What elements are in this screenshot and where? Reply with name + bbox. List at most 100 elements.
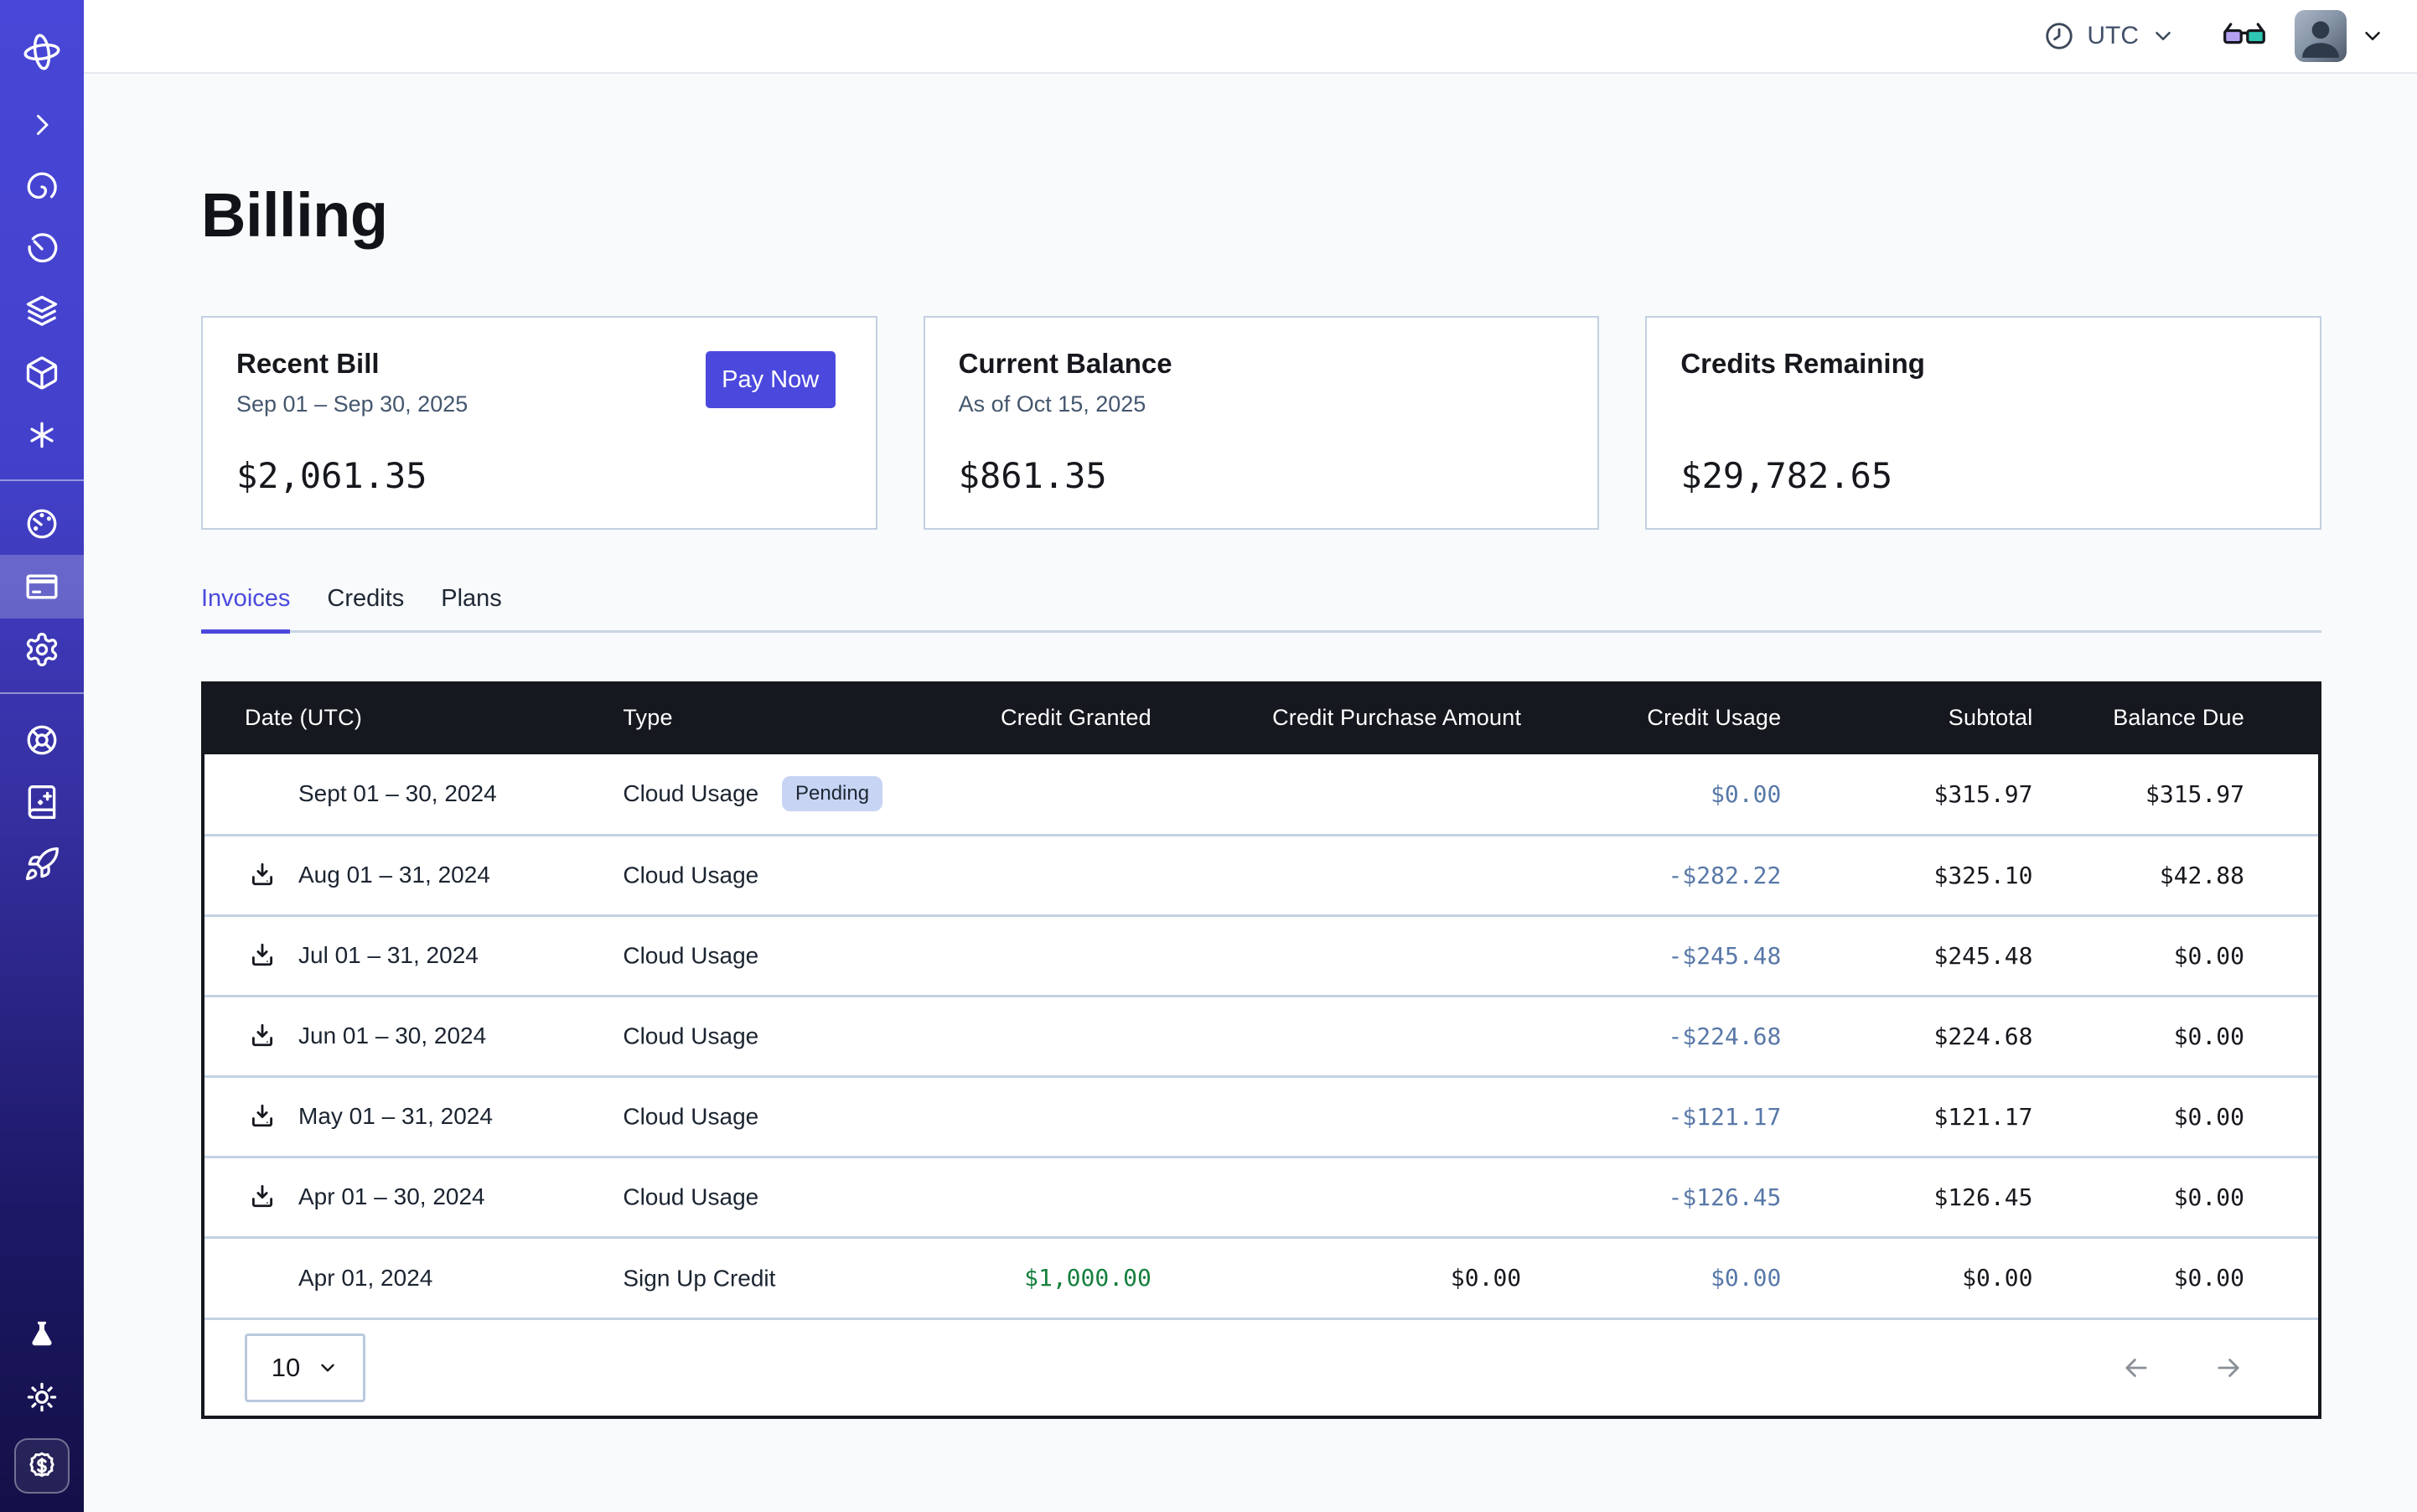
invoice-type: Cloud Usage: [623, 862, 758, 888]
invoice-date: Jul 01 – 31, 2024: [298, 942, 479, 969]
tab-credits[interactable]: Credits: [327, 585, 404, 634]
invoice-date: Apr 01, 2024: [298, 1265, 432, 1292]
invoice-date: May 01 – 31, 2024: [298, 1103, 493, 1130]
column-balance-due: Balance Due: [2032, 681, 2318, 754]
history-clock-icon: [23, 230, 60, 267]
sidebar-item-theme[interactable]: [0, 1366, 84, 1428]
credit-purchase-amount-value: $0.00: [1152, 1237, 1521, 1318]
invoice-type: Cloud Usage: [623, 1023, 758, 1049]
next-page-button[interactable]: [2213, 1352, 2244, 1384]
chevron-down-icon: [2360, 23, 2385, 49]
invoice-row: Jul 01 – 31, 2024 Cloud Usage -$245.48 $…: [204, 915, 2318, 996]
topbar: UTC: [84, 0, 2417, 74]
sidebar-item-support[interactable]: [0, 709, 84, 771]
invoice-row: Jun 01 – 30, 2024 Cloud Usage -$224.68 $…: [204, 996, 2318, 1076]
account-menu[interactable]: [2295, 10, 2385, 62]
download-invoice-button[interactable]: [248, 1182, 278, 1212]
invoice-type: Sign Up Credit: [623, 1266, 775, 1292]
subtotal-value: $325.10: [1781, 835, 2032, 915]
invoice-date: Apr 01 – 30, 2024: [298, 1183, 485, 1210]
invoice-row: May 01 – 31, 2024 Cloud Usage -$121.17 $…: [204, 1076, 2318, 1157]
credits-remaining-card: Credits Remaining $29,782.65: [1645, 316, 2321, 530]
main-area: UTC Bill: [84, 0, 2417, 1512]
credit-usage-value: $0.00: [1521, 754, 1781, 835]
content: Billing Recent Bill Sep 01 – Sep 30, 202…: [84, 74, 2417, 1512]
sidebar-item-settings[interactable]: [0, 619, 84, 681]
subtotal-value: $315.97: [1781, 754, 2032, 835]
sidebar-item-billing[interactable]: [0, 555, 84, 619]
3d-glasses-button[interactable]: [2223, 20, 2266, 52]
credit-purchase-amount-value: [1152, 996, 1521, 1076]
download-icon: [248, 861, 278, 889]
credit-usage-value: -$245.48: [1521, 915, 1781, 996]
life-buoy-icon: [23, 722, 60, 759]
credit-usage-value: -$121.17: [1521, 1076, 1781, 1157]
download-invoice-button[interactable]: [248, 940, 278, 971]
pagination-bar: 10: [204, 1318, 2318, 1416]
sidebar-divider: [0, 479, 84, 481]
credit-purchase-amount-value: [1152, 915, 1521, 996]
layers-icon: [23, 293, 60, 329]
sidebar-item-usage[interactable]: [0, 493, 84, 555]
subtotal-value: $126.45: [1781, 1157, 2032, 1237]
asterisk-icon: [23, 417, 60, 453]
sidebar-divider: [0, 692, 84, 694]
sidebar-item-layers[interactable]: [0, 280, 84, 342]
credit-usage-value: $0.00: [1521, 1237, 1781, 1318]
sidebar-item-expand[interactable]: [0, 94, 84, 156]
download-invoice-button[interactable]: [248, 1101, 278, 1131]
page-title: Billing: [201, 179, 2321, 251]
sidebar: [0, 0, 84, 1512]
sidebar-item-labs[interactable]: [0, 1304, 84, 1366]
tab-invoices[interactable]: Invoices: [201, 585, 290, 634]
credit-usage-value: -$126.45: [1521, 1157, 1781, 1237]
subtotal-value: $245.48: [1781, 915, 2032, 996]
gauge-icon: [23, 505, 60, 542]
sidebar-logo[interactable]: [0, 10, 84, 94]
subtotal-value: $224.68: [1781, 996, 2032, 1076]
spiral-icon: [23, 168, 60, 205]
download-icon: [248, 941, 278, 970]
credit-granted-value: [959, 835, 1152, 915]
credit-usage-value: -$282.22: [1521, 835, 1781, 915]
sidebar-item-asterisk[interactable]: [0, 404, 84, 466]
card-title: Current Balance: [959, 348, 1565, 380]
download-invoice-button[interactable]: [248, 860, 278, 890]
download-invoice-button[interactable]: [248, 1021, 278, 1051]
pay-now-button[interactable]: Pay Now: [706, 351, 836, 408]
card-title: Credits Remaining: [1680, 348, 2286, 380]
page-size-value: 10: [272, 1353, 300, 1383]
recent-bill-amount: $2,061.35: [236, 455, 427, 496]
invoice-row: Apr 01, 2024 Sign Up Credit $1,000.00 $0…: [204, 1237, 2318, 1318]
download-icon: [248, 1022, 278, 1050]
sidebar-item-getting-started[interactable]: [0, 833, 84, 895]
subtotal-value: $0.00: [1781, 1237, 2032, 1318]
book-sparkles-icon: [23, 784, 60, 821]
credit-usage-value: -$224.68: [1521, 996, 1781, 1076]
tab-plans[interactable]: Plans: [441, 585, 502, 634]
credit-purchase-amount-value: [1152, 835, 1521, 915]
sidebar-item-docs[interactable]: [0, 771, 84, 833]
orbit-logo-icon: [20, 30, 64, 74]
sidebar-item-services[interactable]: [0, 156, 84, 218]
sidebar-item-history[interactable]: [0, 218, 84, 280]
download-icon: [248, 1102, 278, 1131]
invoice-row: Sept 01 – 30, 2024 Cloud Usage Pending $…: [204, 754, 2318, 835]
clock-icon: [2043, 20, 2075, 52]
dollar-badge-icon: [24, 1448, 60, 1484]
timezone-selector[interactable]: UTC: [2043, 20, 2176, 52]
column-subtotal: Subtotal: [1781, 681, 2032, 754]
credits-remaining-amount: $29,782.65: [1680, 455, 1892, 496]
status-badge: Pending: [782, 776, 882, 811]
page-size-select[interactable]: 10: [245, 1333, 365, 1402]
current-balance-amount: $861.35: [959, 455, 1107, 496]
credit-purchase-amount-value: [1152, 1076, 1521, 1157]
prev-page-button[interactable]: [2120, 1352, 2152, 1384]
sidebar-item-cube[interactable]: [0, 342, 84, 404]
sidebar-spacer: [0, 895, 84, 1304]
sidebar-item-credits[interactable]: [14, 1438, 70, 1494]
sun-icon: [23, 1379, 60, 1416]
credit-purchase-amount-value: [1152, 1157, 1521, 1237]
column-credit-purchase-amount: Credit Purchase Amount: [1152, 681, 1521, 754]
column-credit-granted: Credit Granted: [959, 681, 1152, 754]
